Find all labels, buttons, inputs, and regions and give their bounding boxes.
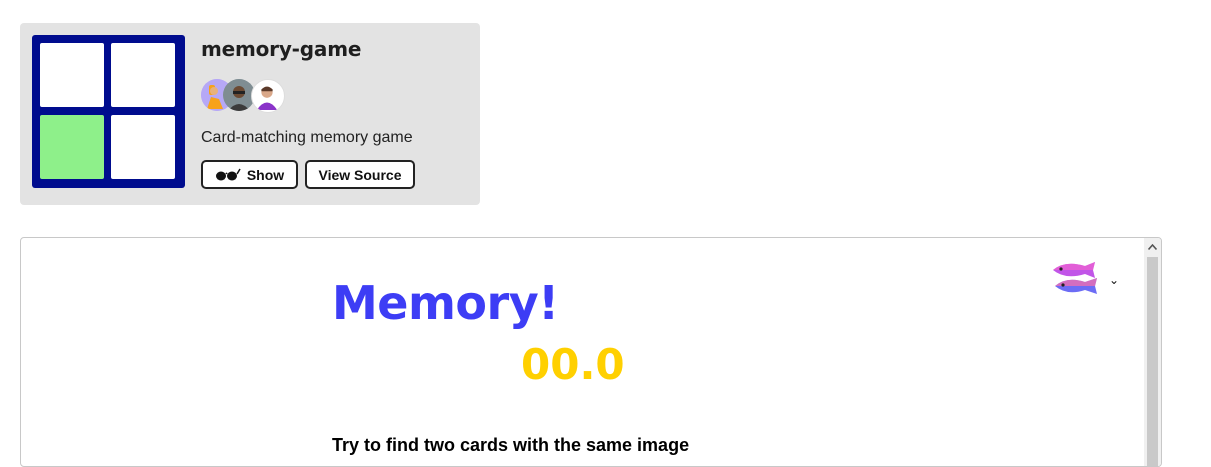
scrollbar[interactable] <box>1144 238 1161 466</box>
game-instructions: Try to find two cards with the same imag… <box>332 435 690 455</box>
avatar[interactable] <box>251 79 285 113</box>
project-title[interactable]: memory-game <box>201 37 361 61</box>
thumbnail-tile <box>111 43 175 107</box>
game-title: Memory! <box>332 276 559 330</box>
show-button[interactable]: Show <box>201 160 298 189</box>
show-button-label: Show <box>246 166 285 183</box>
chevron-down-icon: ⌄ <box>1109 273 1120 287</box>
view-source-button[interactable]: View Source <box>305 160 415 189</box>
project-card: memory-game Card-matching memory game Sh… <box>20 23 480 205</box>
project-thumbnail[interactable] <box>32 35 185 188</box>
glitch-menu-button[interactable]: ⌄ <box>1051 258 1131 302</box>
project-description: Card-matching memory game <box>201 129 413 146</box>
game-timer: 00.0 <box>521 340 625 389</box>
thumbnail-tile-matched <box>40 115 104 179</box>
scroll-up-arrow-icon[interactable] <box>1144 238 1161 255</box>
sunglasses-icon <box>215 168 241 182</box>
thumbnail-tile <box>40 43 104 107</box>
scrollbar-thumb[interactable] <box>1147 257 1158 466</box>
app-embed: ⌄ Memory! 00.0 Try to find two cards wit… <box>20 237 1162 467</box>
glitch-fish-icon <box>1051 258 1103 302</box>
thumbnail-tile <box>111 115 175 179</box>
